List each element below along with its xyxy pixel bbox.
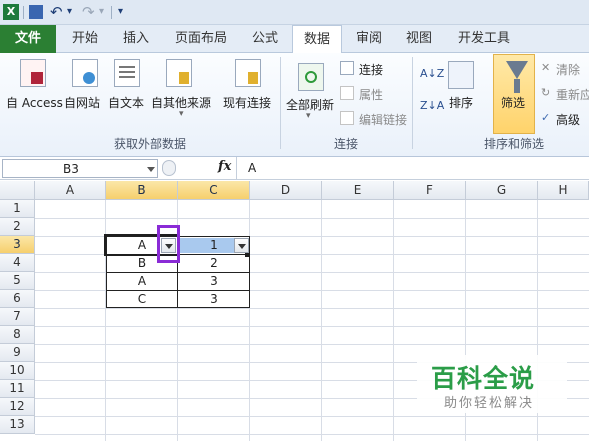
refresh-dropdown-icon[interactable]: ▾ [306, 111, 311, 121]
watermark-title: 百科全说 [431, 364, 536, 393]
text-icon [114, 59, 140, 87]
from-web-button[interactable]: 自网站 [64, 94, 100, 111]
redo-dropdown-icon[interactable]: ▾ [99, 4, 104, 20]
row-header-5[interactable]: 5 [0, 272, 35, 290]
watermark: 百科全说 助你轻松解决 [417, 355, 567, 413]
formula-value: A [248, 161, 257, 175]
advanced-button[interactable]: 高级 [556, 111, 580, 128]
filter-dropdown-c[interactable] [234, 238, 249, 253]
reapply-button[interactable]: 重新应 [556, 86, 589, 103]
tab-file[interactable]: 文件 [0, 25, 56, 53]
group-connections: 连接 [333, 137, 358, 151]
row-header-12[interactable]: 12 [0, 398, 35, 416]
row-header-1[interactable]: 1 [0, 200, 35, 218]
formula-bar-resize-handle[interactable] [162, 160, 176, 176]
filter-icon [506, 61, 528, 79]
tab-formulas[interactable]: 公式 [243, 25, 287, 53]
tab-data[interactable]: 数据 [292, 25, 342, 54]
formula-bar: B3 fx A [0, 157, 589, 180]
sort-button[interactable]: 排序 [449, 94, 473, 111]
from-text-button[interactable]: 自文本 [108, 94, 144, 111]
undo-icon[interactable]: ↶ [50, 4, 63, 20]
tab-home[interactable]: 开始 [62, 25, 108, 53]
row-header-4[interactable]: 4 [0, 254, 35, 272]
quick-access-toolbar: X ↶ ▾ ↷ ▾ ▾ [0, 0, 589, 25]
existing-connections-button[interactable]: 现有连接 [223, 94, 271, 111]
column-header-d[interactable]: D [250, 181, 322, 200]
column-header-e[interactable]: E [322, 181, 394, 200]
group-sort-filter: 排序和筛选 [483, 137, 544, 151]
other-sources-dropdown-icon[interactable]: ▾ [179, 109, 184, 119]
watermark-subtitle: 助你轻松解决 [444, 396, 535, 411]
refresh-all-icon [298, 63, 324, 91]
clear-icon: ✕ [541, 61, 551, 74]
cell-c5[interactable]: 3 [178, 273, 250, 290]
row-header-2[interactable]: 2 [0, 218, 35, 236]
tab-review[interactable]: 审阅 [347, 25, 391, 53]
row-header-11[interactable]: 11 [0, 380, 35, 398]
tab-insert[interactable]: 插入 [113, 25, 159, 53]
properties-button[interactable]: 属性 [359, 86, 383, 103]
existing-connections-icon [235, 59, 261, 87]
sort-a-to-z-button[interactable]: A↓Z [420, 67, 444, 80]
row-header-3[interactable]: 3 [0, 236, 35, 254]
redo-icon[interactable]: ↷ [82, 4, 95, 20]
tab-developer[interactable]: 开发工具 [447, 25, 521, 53]
column-header-h[interactable]: H [538, 181, 589, 200]
properties-icon [340, 86, 354, 100]
column-header-a[interactable]: A [35, 181, 106, 200]
ribbon-tabs: 文件 开始 插入 页面布局 公式 数据 审阅 视图 开发工具 [0, 25, 589, 54]
access-icon [20, 59, 46, 87]
row-header-7[interactable]: 7 [0, 308, 35, 326]
web-icon [72, 59, 98, 87]
row-header-9[interactable]: 9 [0, 344, 35, 362]
sort-z-to-a-button[interactable]: Z↓A [420, 99, 444, 112]
other-sources-icon [166, 59, 192, 87]
clear-button[interactable]: 清除 [556, 61, 580, 78]
ribbon-data: 自 Access 自网站 自文本 自其他来源 现有连接 ▾ 获取外部数据 全部刷… [0, 53, 589, 157]
insert-function-icon[interactable]: fx [218, 159, 231, 174]
row-header-10[interactable]: 10 [0, 362, 35, 380]
edit-links-icon [340, 111, 354, 125]
reapply-icon: ↻ [541, 86, 551, 99]
group-get-external-data: 获取外部数据 [113, 137, 186, 151]
edit-links-button[interactable]: 编辑链接 [359, 111, 407, 128]
row-header-8[interactable]: 8 [0, 326, 35, 344]
row-header-6[interactable]: 6 [0, 290, 35, 308]
filter-button[interactable]: 筛选 [501, 94, 525, 111]
formula-input[interactable] [236, 157, 589, 180]
sort-icon [448, 61, 474, 89]
column-header-c[interactable]: C [178, 181, 250, 200]
excel-logo-icon: X [3, 4, 19, 20]
column-header-f[interactable]: F [394, 181, 466, 200]
cell-c4[interactable]: 2 [178, 255, 250, 272]
connections-icon [340, 61, 354, 75]
dropdown-arrow-icon [238, 244, 246, 249]
name-box-value: B3 [63, 162, 79, 176]
column-header-b[interactable]: B [106, 181, 178, 200]
from-access-button[interactable]: 自 Access [6, 94, 63, 111]
row-header-13[interactable]: 13 [0, 416, 35, 434]
column-header-g[interactable]: G [466, 181, 538, 200]
highlight-annotation-box [157, 225, 180, 263]
tab-page-layout[interactable]: 页面布局 [167, 25, 235, 53]
cell-b5[interactable]: A [106, 273, 178, 290]
connections-button[interactable]: 连接 [359, 61, 383, 78]
undo-dropdown-icon[interactable]: ▾ [67, 4, 72, 20]
cell-c6[interactable]: 3 [178, 291, 250, 308]
name-box[interactable]: B3 [2, 159, 158, 178]
tab-view[interactable]: 视图 [397, 25, 441, 53]
save-icon[interactable] [29, 5, 43, 19]
cell-b6[interactable]: C [106, 291, 178, 308]
name-box-dropdown-icon[interactable] [147, 167, 155, 172]
customize-qat-icon[interactable]: ▾ [118, 4, 123, 20]
advanced-icon: ✓ [541, 111, 551, 124]
